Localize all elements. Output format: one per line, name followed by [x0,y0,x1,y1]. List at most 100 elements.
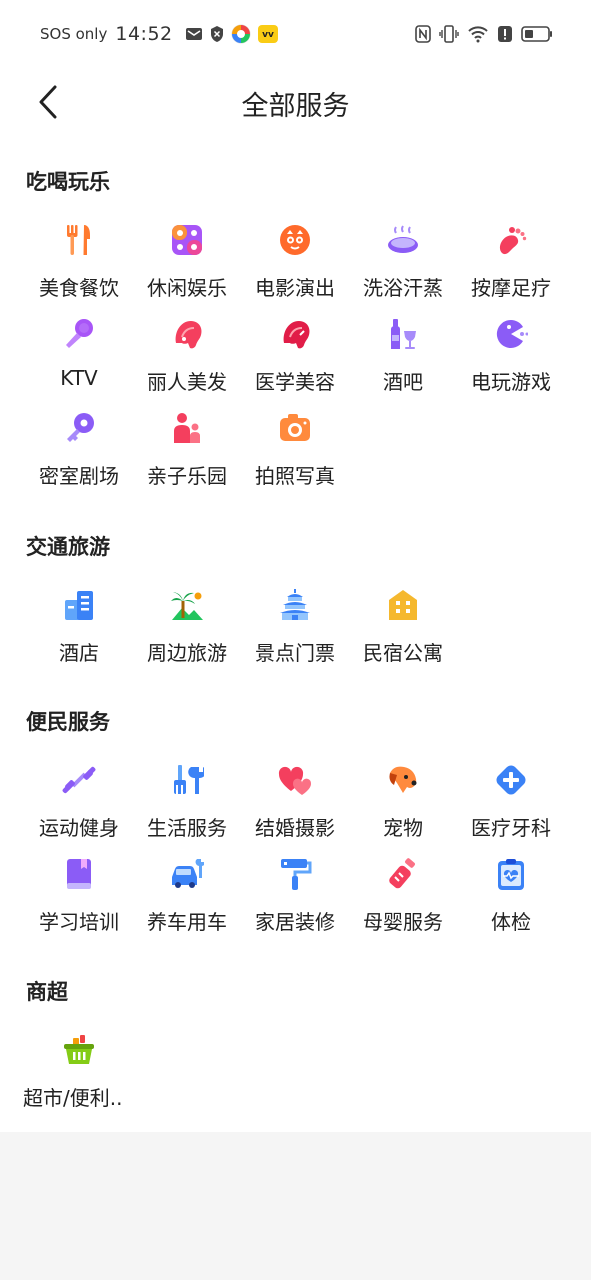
wine-icon [385,316,421,352]
wifi-icon [467,25,489,43]
bath-icon [385,222,421,258]
service-label: 密室剧场 [39,464,119,488]
service-label: KTV [60,366,98,390]
clipboard-heart-icon [493,856,529,892]
basket-icon [61,1032,97,1068]
section-title-travel: 交通旅游 [26,535,110,559]
vibrate-icon [439,25,459,43]
camera-icon [277,410,313,446]
service-item-nearby-travel[interactable]: 周边旅游 [133,587,241,667]
service-item-car-service[interactable]: 养车用车 [133,856,241,936]
service-label: 洗浴汗蒸 [363,276,443,300]
parent-child-icon [169,410,205,446]
service-item-life-service[interactable]: 生活服务 [133,762,241,842]
service-label: 按摩足疗 [471,276,551,300]
service-item-wedding-photo[interactable]: 结婚摄影 [241,762,349,842]
service-label: 结婚摄影 [255,816,335,840]
service-item-fitness[interactable]: 运动健身 [25,762,133,842]
service-item-hair[interactable]: 丽人美发 [133,316,241,396]
dog-icon [385,762,421,798]
service-label: 养车用车 [147,910,227,934]
service-item-training[interactable]: 学习培训 [25,856,133,936]
clock: 14:52 [115,23,173,45]
service-label: 拍照写真 [255,464,335,488]
battery-icon [521,25,553,43]
service-item-food[interactable]: 美食餐饮 [25,222,133,302]
app-yellow-icon: vv [257,24,279,44]
nfc-icon [415,25,431,43]
beauty-icon [277,316,313,352]
service-item-medical-beauty[interactable]: 医学美容 [241,316,349,396]
dumbbell-icon [61,762,97,798]
app-colorful-icon [231,24,251,44]
service-item-mother-baby[interactable]: 母婴服务 [349,856,457,936]
service-label: 电影演出 [255,276,335,300]
service-label: 母婴服务 [363,910,443,934]
service-item-checkup[interactable]: 体检 [457,856,565,936]
mail-icon [185,25,203,43]
paint-roller-icon [277,856,313,892]
page-title: 全部服务 [241,91,350,122]
book-icon [61,856,97,892]
service-label: 景点门票 [255,641,335,665]
service-item-bar[interactable]: 酒吧 [349,316,457,396]
service-label: 丽人美发 [147,370,227,394]
baby-bottle-icon [385,856,421,892]
service-label: 美食餐饮 [39,276,119,300]
section-title-services: 便民服务 [26,710,110,734]
service-label: 酒吧 [383,370,423,394]
service-item-escape-room[interactable]: 密室剧场 [25,410,133,490]
service-label: 亲子乐园 [147,464,227,488]
section-title-supermarket: 商超 [26,980,68,1004]
service-item-movie[interactable]: 电影演出 [241,222,349,302]
status-right [415,22,553,46]
service-item-photo[interactable]: 拍照写真 [241,410,349,490]
service-item-hotel[interactable]: 酒店 [25,587,133,667]
car-repair-icon [169,856,205,892]
service-label: 休闲娱乐 [147,276,227,300]
service-item-medical-dental[interactable]: 医疗牙科 [457,762,565,842]
service-item-family-park[interactable]: 亲子乐园 [133,410,241,490]
svg-text:vv: vv [262,30,274,40]
temple-icon [277,587,313,623]
service-item-home-deco[interactable]: 家居装修 [241,856,349,936]
status-left: SOS only 14:52 vv [40,22,279,46]
service-item-ktv[interactable]: KTV [25,316,133,396]
alert-icon [497,25,513,43]
cat-face-icon [277,222,313,258]
header: 全部服务 [0,74,591,134]
service-item-supermarket[interactable]: 超市/便利.. [23,1032,133,1112]
shield-icon [209,25,225,43]
service-label: 体检 [491,910,531,934]
palm-tree-icon [169,587,205,623]
service-label: 民宿公寓 [363,641,443,665]
game-icon [493,316,529,352]
service-item-homestay[interactable]: 民宿公寓 [349,587,457,667]
hotel-icon [61,587,97,623]
foot-icon [493,222,529,258]
service-item-bath[interactable]: 洗浴汗蒸 [349,222,457,302]
service-label: 运动健身 [39,816,119,840]
page: SOS only 14:52 vv 全部服务 吃喝玩乐 美食餐饮 休闲娱乐 电影… [0,0,591,1280]
service-label: 家居装修 [255,910,335,934]
service-item-pet[interactable]: 宠物 [349,762,457,842]
service-label: 电玩游戏 [471,370,551,394]
section-title-eat-play: 吃喝玩乐 [26,170,110,194]
service-item-tickets[interactable]: 景点门票 [241,587,349,667]
microphone-icon [61,316,97,352]
house-icon [385,587,421,623]
service-item-massage[interactable]: 按摩足疗 [457,222,565,302]
service-label: 宠物 [383,816,423,840]
carrier-text: SOS only [40,25,108,43]
service-label: 医疗牙科 [471,816,551,840]
service-item-arcade[interactable]: 电玩游戏 [457,316,565,396]
hearts-icon [277,762,313,798]
content-panel: SOS only 14:52 vv 全部服务 吃喝玩乐 美食餐饮 休闲娱乐 电影… [0,0,591,1132]
service-label: 医学美容 [255,370,335,394]
leisure-icon [169,222,205,258]
key-icon [61,410,97,446]
service-label: 酒店 [59,641,99,665]
medical-icon [493,762,529,798]
service-item-leisure[interactable]: 休闲娱乐 [133,222,241,302]
service-label: 生活服务 [147,816,227,840]
